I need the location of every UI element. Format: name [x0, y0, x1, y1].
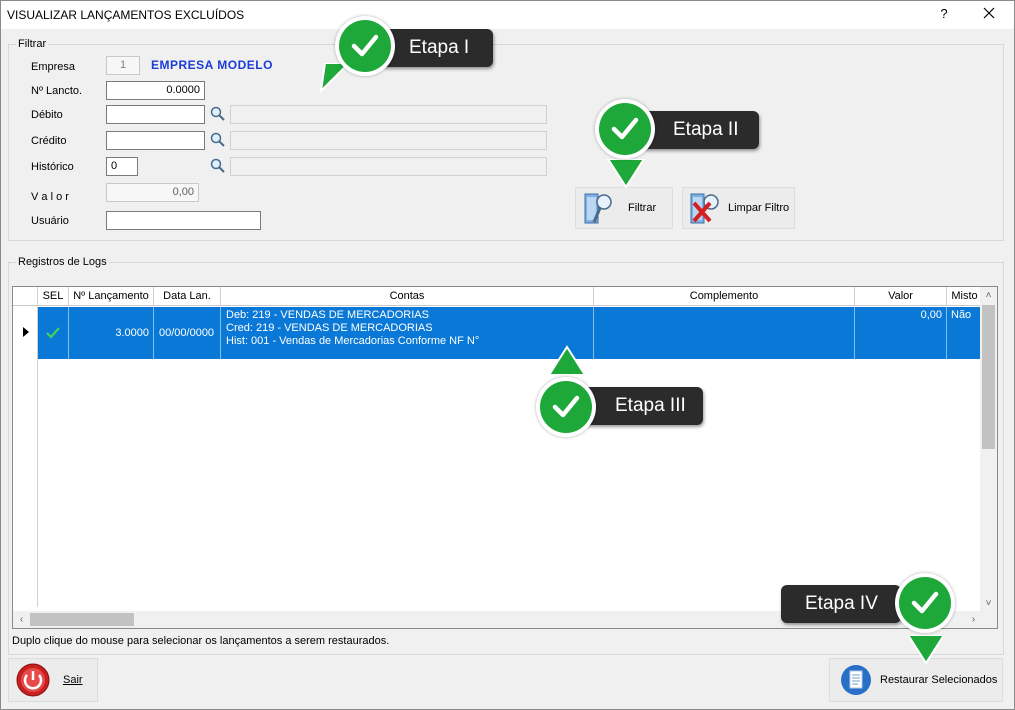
filtrar-label: Filtrar: [628, 202, 657, 214]
usuario-input[interactable]: [106, 211, 261, 230]
limpar-label: Limpar Filtro: [728, 202, 790, 214]
scroll-up-icon[interactable]: ˄: [980, 287, 997, 304]
col-header-valor[interactable]: Valor: [855, 287, 947, 306]
grid-header: SEL Nº Lançamento Data Lan. Contas Compl…: [13, 287, 983, 306]
lancto-label: Nº Lancto.: [31, 85, 83, 97]
col-header-sel[interactable]: SEL: [38, 287, 69, 306]
credito-label: Crédito: [31, 135, 67, 147]
hint-text: Duplo clique do mouse para selecionar os…: [12, 635, 390, 647]
cell-sel[interactable]: [38, 307, 69, 359]
restaurar-label: Restaurar Selecionados: [880, 674, 998, 686]
contas-credito: Cred: 219 - VENDAS DE MERCADORIAS: [226, 322, 433, 334]
check-icon: [911, 591, 939, 614]
callout-step-2-label: Etapa II: [673, 119, 739, 140]
cell-valor: 0,00: [855, 307, 947, 359]
credito-input[interactable]: [106, 131, 205, 150]
limpar-filtro-button[interactable]: Limpar Filtro: [682, 187, 795, 229]
scroll-left-icon[interactable]: ‹: [13, 611, 30, 628]
check-badge-4: [895, 573, 955, 633]
historico-search-icon[interactable]: [209, 157, 227, 175]
filter-group-title: Filtrar: [16, 38, 49, 50]
usuario-label: Usuário: [31, 215, 69, 227]
table-row[interactable]: 3.0000 00/00/0000 Deb: 219 - VENDAS DE M…: [38, 307, 981, 359]
callout-step-2: Etapa II: [641, 111, 759, 149]
contas-debito: Deb: 219 - VENDAS DE MERCADORIAS: [226, 309, 429, 321]
cell-contas: Deb: 219 - VENDAS DE MERCADORIAS Cred: 2…: [221, 307, 594, 359]
row-indicator: [13, 307, 38, 359]
col-header-data[interactable]: Data Lan.: [154, 287, 221, 306]
callout-step-3-label: Etapa III: [615, 395, 686, 416]
cell-complemento: [594, 307, 855, 359]
historico-description: [230, 157, 547, 176]
valor-label: V a l o r: [31, 191, 69, 203]
title-bar: VISUALIZAR LANÇAMENTOS EXCLUÍDOS ?: [1, 1, 1014, 29]
help-button[interactable]: ?: [934, 6, 954, 21]
scroll-corner: [980, 611, 997, 628]
filtrar-button[interactable]: Filtrar: [575, 187, 673, 229]
empresa-code-field: 1: [106, 56, 140, 75]
credito-description: [230, 131, 547, 150]
power-icon: [16, 663, 50, 697]
vertical-scroll-thumb[interactable]: [982, 305, 995, 449]
cell-lancamento: 3.0000: [69, 307, 154, 359]
debito-input[interactable]: [106, 105, 205, 124]
callout-step-4-label: Etapa IV: [805, 593, 878, 614]
check-badge-3: [536, 377, 596, 437]
check-badge-1: [335, 16, 395, 76]
clear-filter-icon: [690, 193, 719, 224]
col-header-misto[interactable]: Misto: [947, 287, 983, 306]
col-header-lancamento[interactable]: Nº Lançamento: [69, 287, 154, 306]
callout-step-3: Etapa III: [581, 387, 703, 425]
callout-step-4-pointer: [906, 635, 946, 665]
horizontal-scroll-thumb[interactable]: [30, 613, 134, 626]
callout-step-1: Etapa I: [381, 29, 493, 67]
restore-document-icon: [841, 665, 871, 695]
check-icon: [611, 117, 639, 140]
valor-input[interactable]: 0,00: [106, 183, 199, 202]
col-header-indicator: [13, 287, 38, 306]
debito-search-icon[interactable]: [209, 105, 227, 123]
historico-label: Histórico: [31, 161, 74, 173]
sair-label: Sair: [63, 674, 83, 686]
debito-description: [230, 105, 547, 124]
col-header-complemento[interactable]: Complemento: [594, 287, 855, 306]
check-icon: [351, 34, 379, 57]
callout-step-3-pointer: [547, 345, 587, 375]
lancto-input[interactable]: 0.0000: [106, 81, 205, 100]
callout-step-1-label: Etapa I: [409, 37, 470, 58]
check-icon: [552, 395, 580, 418]
contas-historico: Hist: 001 - Vendas de Mercadorias Confor…: [226, 335, 480, 347]
close-icon: [983, 7, 995, 19]
vertical-scrollbar[interactable]: ˄ ˅: [980, 287, 997, 612]
historico-input[interactable]: 0: [106, 157, 138, 176]
cell-data: 00/00/0000: [154, 307, 221, 359]
check-badge-2: [595, 99, 655, 159]
window-title: VISUALIZAR LANÇAMENTOS EXCLUÍDOS: [7, 8, 245, 22]
callout-step-4: Etapa IV: [781, 585, 901, 623]
debito-label: Débito: [31, 109, 63, 121]
close-button[interactable]: [974, 4, 1004, 24]
sair-button[interactable]: Sair: [8, 658, 98, 702]
cell-misto: Não: [951, 309, 972, 321]
logs-group-title: Registros de Logs: [16, 256, 109, 268]
empresa-label: Empresa: [31, 61, 76, 73]
credito-search-icon[interactable]: [209, 131, 227, 149]
dialog-window: VISUALIZAR LANÇAMENTOS EXCLUÍDOS ? Filtr…: [0, 0, 1015, 710]
callout-step-2-pointer: [606, 159, 646, 189]
filter-icon: [584, 193, 612, 224]
empresa-name: EMPRESA MODELO: [151, 58, 273, 72]
current-row-arrow-icon: [23, 327, 29, 337]
logs-grid[interactable]: SEL Nº Lançamento Data Lan. Contas Compl…: [12, 286, 998, 629]
col-header-contas[interactable]: Contas: [221, 287, 594, 306]
scroll-down-icon[interactable]: ˅: [980, 595, 997, 612]
checkmark-icon: [46, 327, 60, 339]
